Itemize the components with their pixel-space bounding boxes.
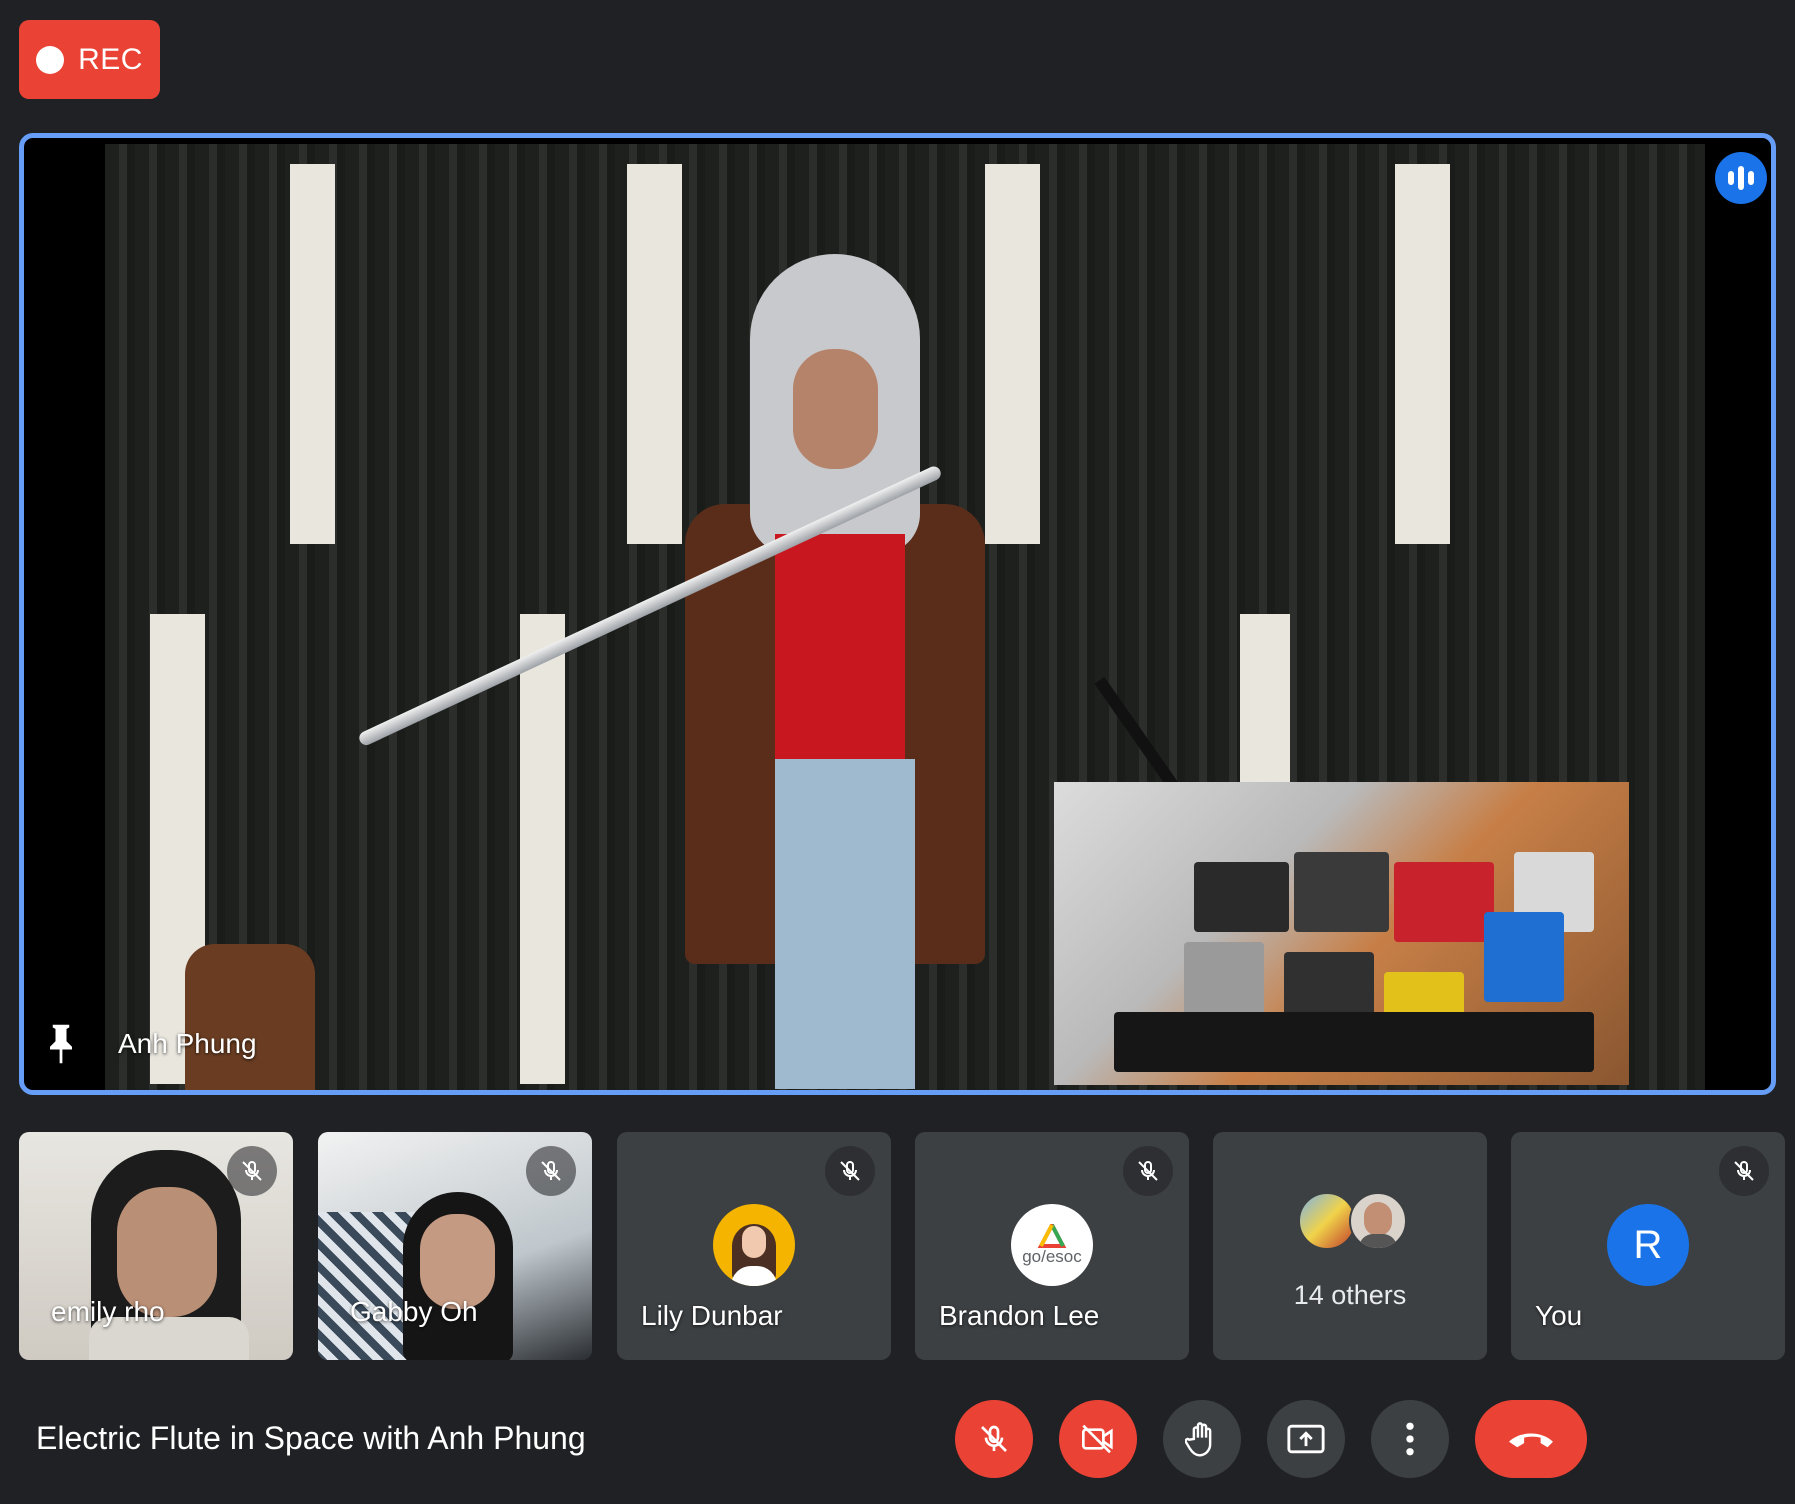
mic-off-icon <box>227 1146 277 1196</box>
raise-hand-button[interactable] <box>1163 1400 1241 1478</box>
others-avatar <box>1349 1192 1407 1250</box>
meeting-title: Electric Flute in Space with Anh Phung <box>36 1420 586 1456</box>
present-icon <box>1287 1424 1325 1454</box>
call-end-icon <box>1509 1433 1553 1448</box>
more-vert-icon <box>1406 1422 1414 1456</box>
camera-toggle-button[interactable] <box>1059 1400 1137 1478</box>
main-speaker-tile[interactable]: Anh Phung <box>19 133 1776 1095</box>
main-speaker-video <box>105 144 1705 1090</box>
present-screen-button[interactable] <box>1267 1400 1345 1478</box>
participant-tile[interactable]: emily rho <box>19 1132 293 1360</box>
microphone-toggle-button[interactable] <box>955 1400 1033 1478</box>
recording-indicator: REC <box>19 20 160 99</box>
logo-text: go/esoc <box>1022 1247 1082 1266</box>
others-tile[interactable]: 14 others <box>1213 1132 1487 1360</box>
participant-name: emily rho <box>51 1296 165 1327</box>
logo-icon <box>1037 1224 1067 1248</box>
others-avatar <box>1298 1192 1356 1250</box>
self-tile[interactable]: R You <box>1511 1132 1785 1360</box>
pin-icon[interactable] <box>44 1022 78 1066</box>
videocam-off-icon <box>1082 1424 1113 1454</box>
leave-call-button[interactable] <box>1475 1400 1587 1478</box>
pedalboard-inset <box>1054 782 1629 1085</box>
others-count: 14 others <box>1293 1280 1407 1310</box>
hand-icon <box>1185 1422 1212 1457</box>
mic-off-icon <box>526 1146 576 1196</box>
participant-name: Brandon Lee <box>939 1300 1100 1331</box>
mic-off-icon <box>825 1146 875 1196</box>
mic-off-icon <box>1123 1146 1173 1196</box>
more-options-button[interactable] <box>1371 1400 1449 1478</box>
audio-level-icon <box>1715 152 1767 204</box>
participant-avatar <box>713 1204 795 1286</box>
participant-tile[interactable]: Lily Dunbar <box>617 1132 891 1360</box>
mic-off-icon <box>1719 1146 1769 1196</box>
main-speaker-label: Anh Phung <box>44 1022 257 1066</box>
mic-off-icon <box>981 1425 1007 1452</box>
participant-avatar: go/esoc <box>1011 1204 1093 1286</box>
recording-label: REC <box>78 42 143 76</box>
self-avatar: R <box>1607 1204 1689 1286</box>
participant-name: Lily Dunbar <box>641 1300 783 1331</box>
participant-name: You <box>1535 1300 1583 1331</box>
participant-name: Gabby Oh <box>350 1296 478 1327</box>
participant-tile[interactable]: Gabby Oh <box>318 1132 592 1360</box>
record-dot-icon <box>36 45 65 74</box>
main-speaker-name: Anh Phung <box>118 1028 257 1059</box>
participant-tile[interactable]: go/esoc Brandon Lee <box>915 1132 1189 1360</box>
